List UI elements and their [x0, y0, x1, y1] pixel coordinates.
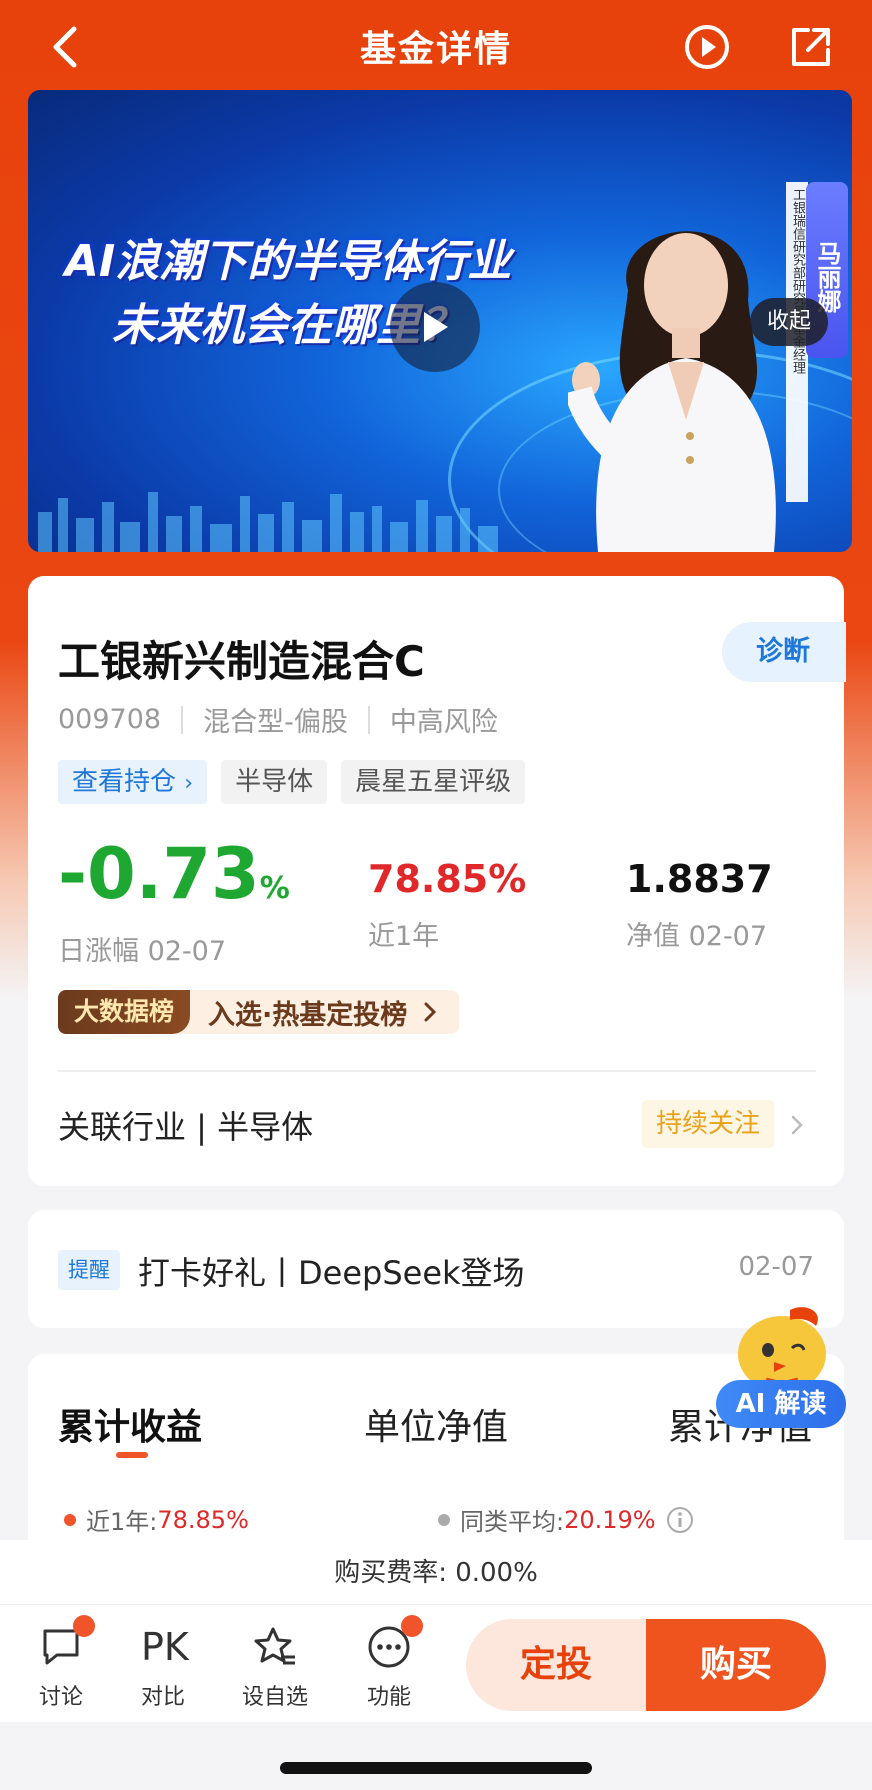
play-circle-button[interactable] [682, 22, 732, 72]
year-return-label: 近1年 [368, 921, 440, 952]
follow-button[interactable]: 持续关注 [642, 1100, 775, 1148]
home-indicator[interactable] [280, 1762, 592, 1774]
functions-label: 功能 [366, 1685, 411, 1710]
view-holdings-label: 查看持仓 [72, 767, 177, 797]
divider [181, 705, 184, 734]
nav-value: 1.8837 [626, 857, 773, 901]
play-icon [424, 312, 448, 342]
chevron-right-icon[interactable] [788, 1114, 806, 1136]
bottom-toolbar: 讨论 PK 对比 设自选 功能 定投 购买 [0, 1604, 872, 1722]
collapse-button[interactable]: 收起 [750, 298, 828, 346]
back-button[interactable] [40, 22, 90, 72]
divider [58, 1070, 816, 1072]
presenter-photo [568, 231, 776, 552]
legend-fund-value: 78.85% [157, 1505, 249, 1534]
legend-category-avg: 同类平均: 20.19% [438, 1502, 694, 1537]
chevron-right-icon [424, 1002, 437, 1022]
functions-button[interactable]: 功能 [344, 1615, 434, 1711]
chevron-right-icon: › [184, 771, 194, 796]
nav-stat: 1.8837 净值 02-07 [626, 854, 773, 953]
nav-label: 净值 02-07 [626, 921, 768, 952]
rank-banner[interactable]: 大数据榜 入选·热基定投榜 [58, 990, 460, 1034]
reminder-text: 打卡好礼丨DeepSeek登场 [138, 1254, 525, 1292]
divider [367, 705, 370, 734]
compare-label: 对比 [140, 1685, 185, 1710]
fund-risk: 中高风险 [389, 707, 498, 738]
info-icon[interactable] [666, 1506, 694, 1534]
legend-dot [438, 1513, 450, 1526]
play-circle-icon [685, 25, 729, 69]
daily-change-label: 日涨幅 02-07 [58, 936, 227, 967]
purchase-fee: 购买费率: 0.00% [0, 1540, 872, 1606]
fund-name: 工银新兴制造混合C [58, 637, 425, 686]
ai-interpret-label: AI 解读 [716, 1380, 846, 1428]
legend-avg-label: 同类平均: [460, 1508, 565, 1536]
video-play-button[interactable] [390, 282, 480, 372]
pk-icon: PK [141, 1625, 189, 1669]
daily-change-stat: -0.73% 日涨幅 02-07 [58, 834, 290, 968]
watchlist-label: 设自选 [241, 1685, 308, 1710]
legend-avg-value: 20.19% [564, 1505, 656, 1534]
back-icon [53, 26, 77, 68]
watchlist-button[interactable]: 设自选 [230, 1625, 320, 1711]
rank-badge: 大数据榜 [58, 990, 191, 1034]
legend-dot [64, 1513, 76, 1526]
discuss-button[interactable]: 讨论 [16, 1615, 106, 1711]
compare-button[interactable]: PK 对比 [118, 1625, 208, 1711]
related-industry: 关联行业 | 半导体 [58, 1108, 314, 1146]
year-return-stat: 78.85% 近1年 [368, 854, 526, 953]
view-holdings-tag[interactable]: 查看持仓 › [58, 760, 208, 804]
tab-cumulative-return[interactable]: 累计收益 [58, 1398, 202, 1450]
reminder-badge: 提醒 [58, 1250, 120, 1290]
ai-interpret-button[interactable]: AI 解读 [716, 1296, 846, 1436]
sip-button[interactable]: 定投 [466, 1619, 646, 1711]
rating-tag: 晨星五星评级 [341, 760, 526, 804]
fund-info-card: 工银新兴制造混合C 诊断 009708 混合型-偏股 中高风险 查看持仓 › 半… [28, 576, 846, 1186]
nav-header: 基金详情 [0, 0, 872, 92]
fund-tags: 查看持仓 › 半导体 晨星五星评级 [58, 760, 526, 804]
banner-headline-line1: AI浪潮下的半导体行业 [64, 236, 512, 287]
fund-type: 混合型-偏股 [203, 707, 348, 738]
daily-change-unit: % [259, 871, 290, 906]
year-return-value: 78.85% [368, 857, 527, 901]
fund-stats: -0.73% 日涨幅 02-07 78.85% 近1年 1.8837 净值 02… [58, 834, 818, 967]
daily-change-value: -0.73 [58, 833, 260, 915]
buy-button[interactable]: 购买 [646, 1619, 826, 1711]
diagnose-button[interactable]: 诊断 [722, 622, 846, 682]
fund-code: 009708 [58, 704, 162, 735]
rank-text: 入选·热基定投榜 [208, 999, 408, 1031]
legend-fund: 近1年: 78.85% [64, 1502, 249, 1537]
video-banner[interactable]: AI浪潮下的半导体行业 未来机会在哪里？ 工银瑞信研究部研究员 基金经理 马丽娜… [28, 90, 852, 552]
fund-meta: 009708 混合型-偏股 中高风险 [58, 700, 498, 739]
share-button[interactable] [786, 22, 836, 72]
discuss-label: 讨论 [38, 1685, 83, 1710]
active-tab-indicator [116, 1452, 148, 1458]
notification-dot [401, 1615, 423, 1637]
notification-dot [73, 1615, 95, 1637]
share-icon [792, 28, 830, 66]
tab-unit-nav[interactable]: 单位净值 [364, 1398, 508, 1450]
legend-fund-label: 近1年: [86, 1508, 158, 1536]
reminder-date: 02-07 [738, 1252, 814, 1282]
home-indicator-area [0, 1722, 872, 1790]
page-title: 基金详情 [359, 29, 512, 70]
star-list-icon [254, 1627, 295, 1665]
industry-tag: 半导体 [221, 760, 328, 804]
